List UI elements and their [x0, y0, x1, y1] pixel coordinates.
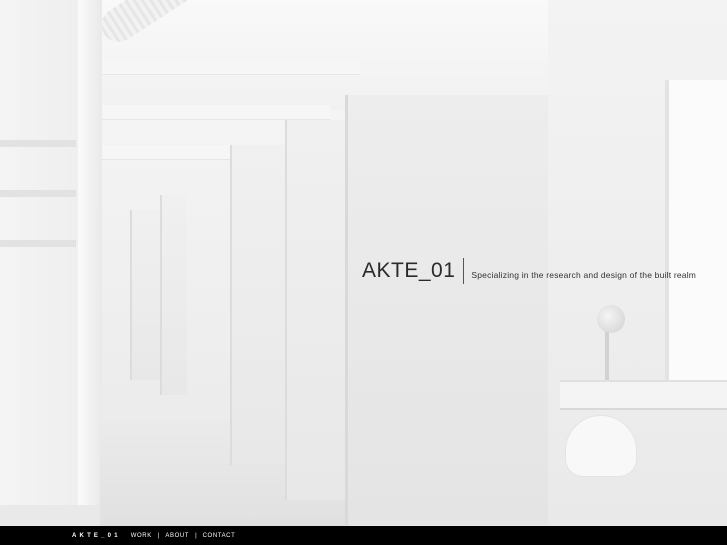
sliding-panel [285, 120, 345, 500]
footer-brand-link[interactable]: AKTE_01 [72, 533, 121, 539]
window [665, 80, 727, 380]
ceiling-beam [100, 60, 360, 75]
column [78, 0, 102, 505]
wall-shelf [0, 240, 76, 247]
nav-link-about[interactable]: ABOUT [165, 533, 189, 539]
desk [560, 380, 727, 410]
nav-link-work[interactable]: WORK [131, 533, 152, 539]
nav-separator: | [157, 532, 160, 539]
sliding-panel [345, 95, 548, 525]
wall-shelf [0, 190, 76, 197]
footer-nav-bar: AKTE_01 WORK | ABOUT | CONTACT [0, 526, 727, 545]
wall-shelf [0, 140, 76, 147]
desk-lamp [597, 305, 625, 333]
hero-heading: AKTE_01 Specializing in the research and… [362, 258, 696, 284]
sliding-panel [160, 195, 187, 395]
ceiling-beam [100, 105, 330, 120]
nav-separator: | [195, 532, 197, 539]
desk-lamp-arm [605, 330, 609, 380]
chair [565, 415, 637, 477]
hero-divider [463, 258, 465, 284]
page: AKTE_01 Specializing in the research and… [0, 0, 727, 545]
nav-link-contact[interactable]: CONTACT [203, 533, 236, 539]
site-tagline: Specializing in the research and design … [471, 270, 697, 280]
main-nav: WORK | ABOUT | CONTACT [131, 533, 236, 539]
sliding-panel [230, 145, 287, 465]
sliding-panel [130, 210, 162, 380]
site-logo: AKTE_01 [362, 259, 456, 282]
